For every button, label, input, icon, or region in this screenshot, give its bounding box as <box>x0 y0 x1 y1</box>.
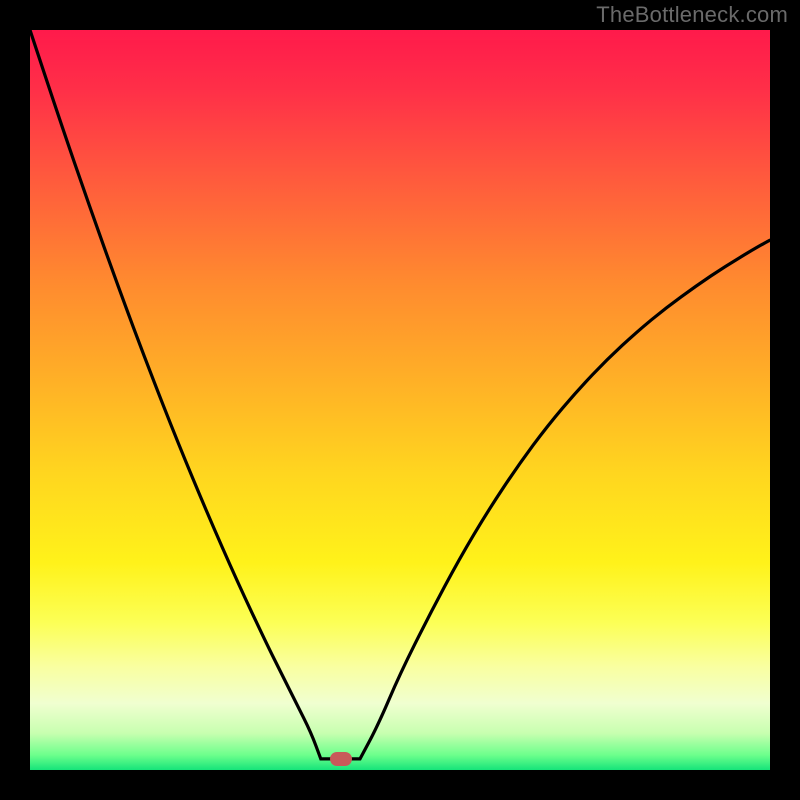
plot-area <box>30 30 770 770</box>
watermark-text: TheBottleneck.com <box>596 2 788 28</box>
bottleneck-curve <box>30 30 770 770</box>
optimal-point-marker <box>330 752 352 766</box>
chart-frame: TheBottleneck.com <box>0 0 800 800</box>
